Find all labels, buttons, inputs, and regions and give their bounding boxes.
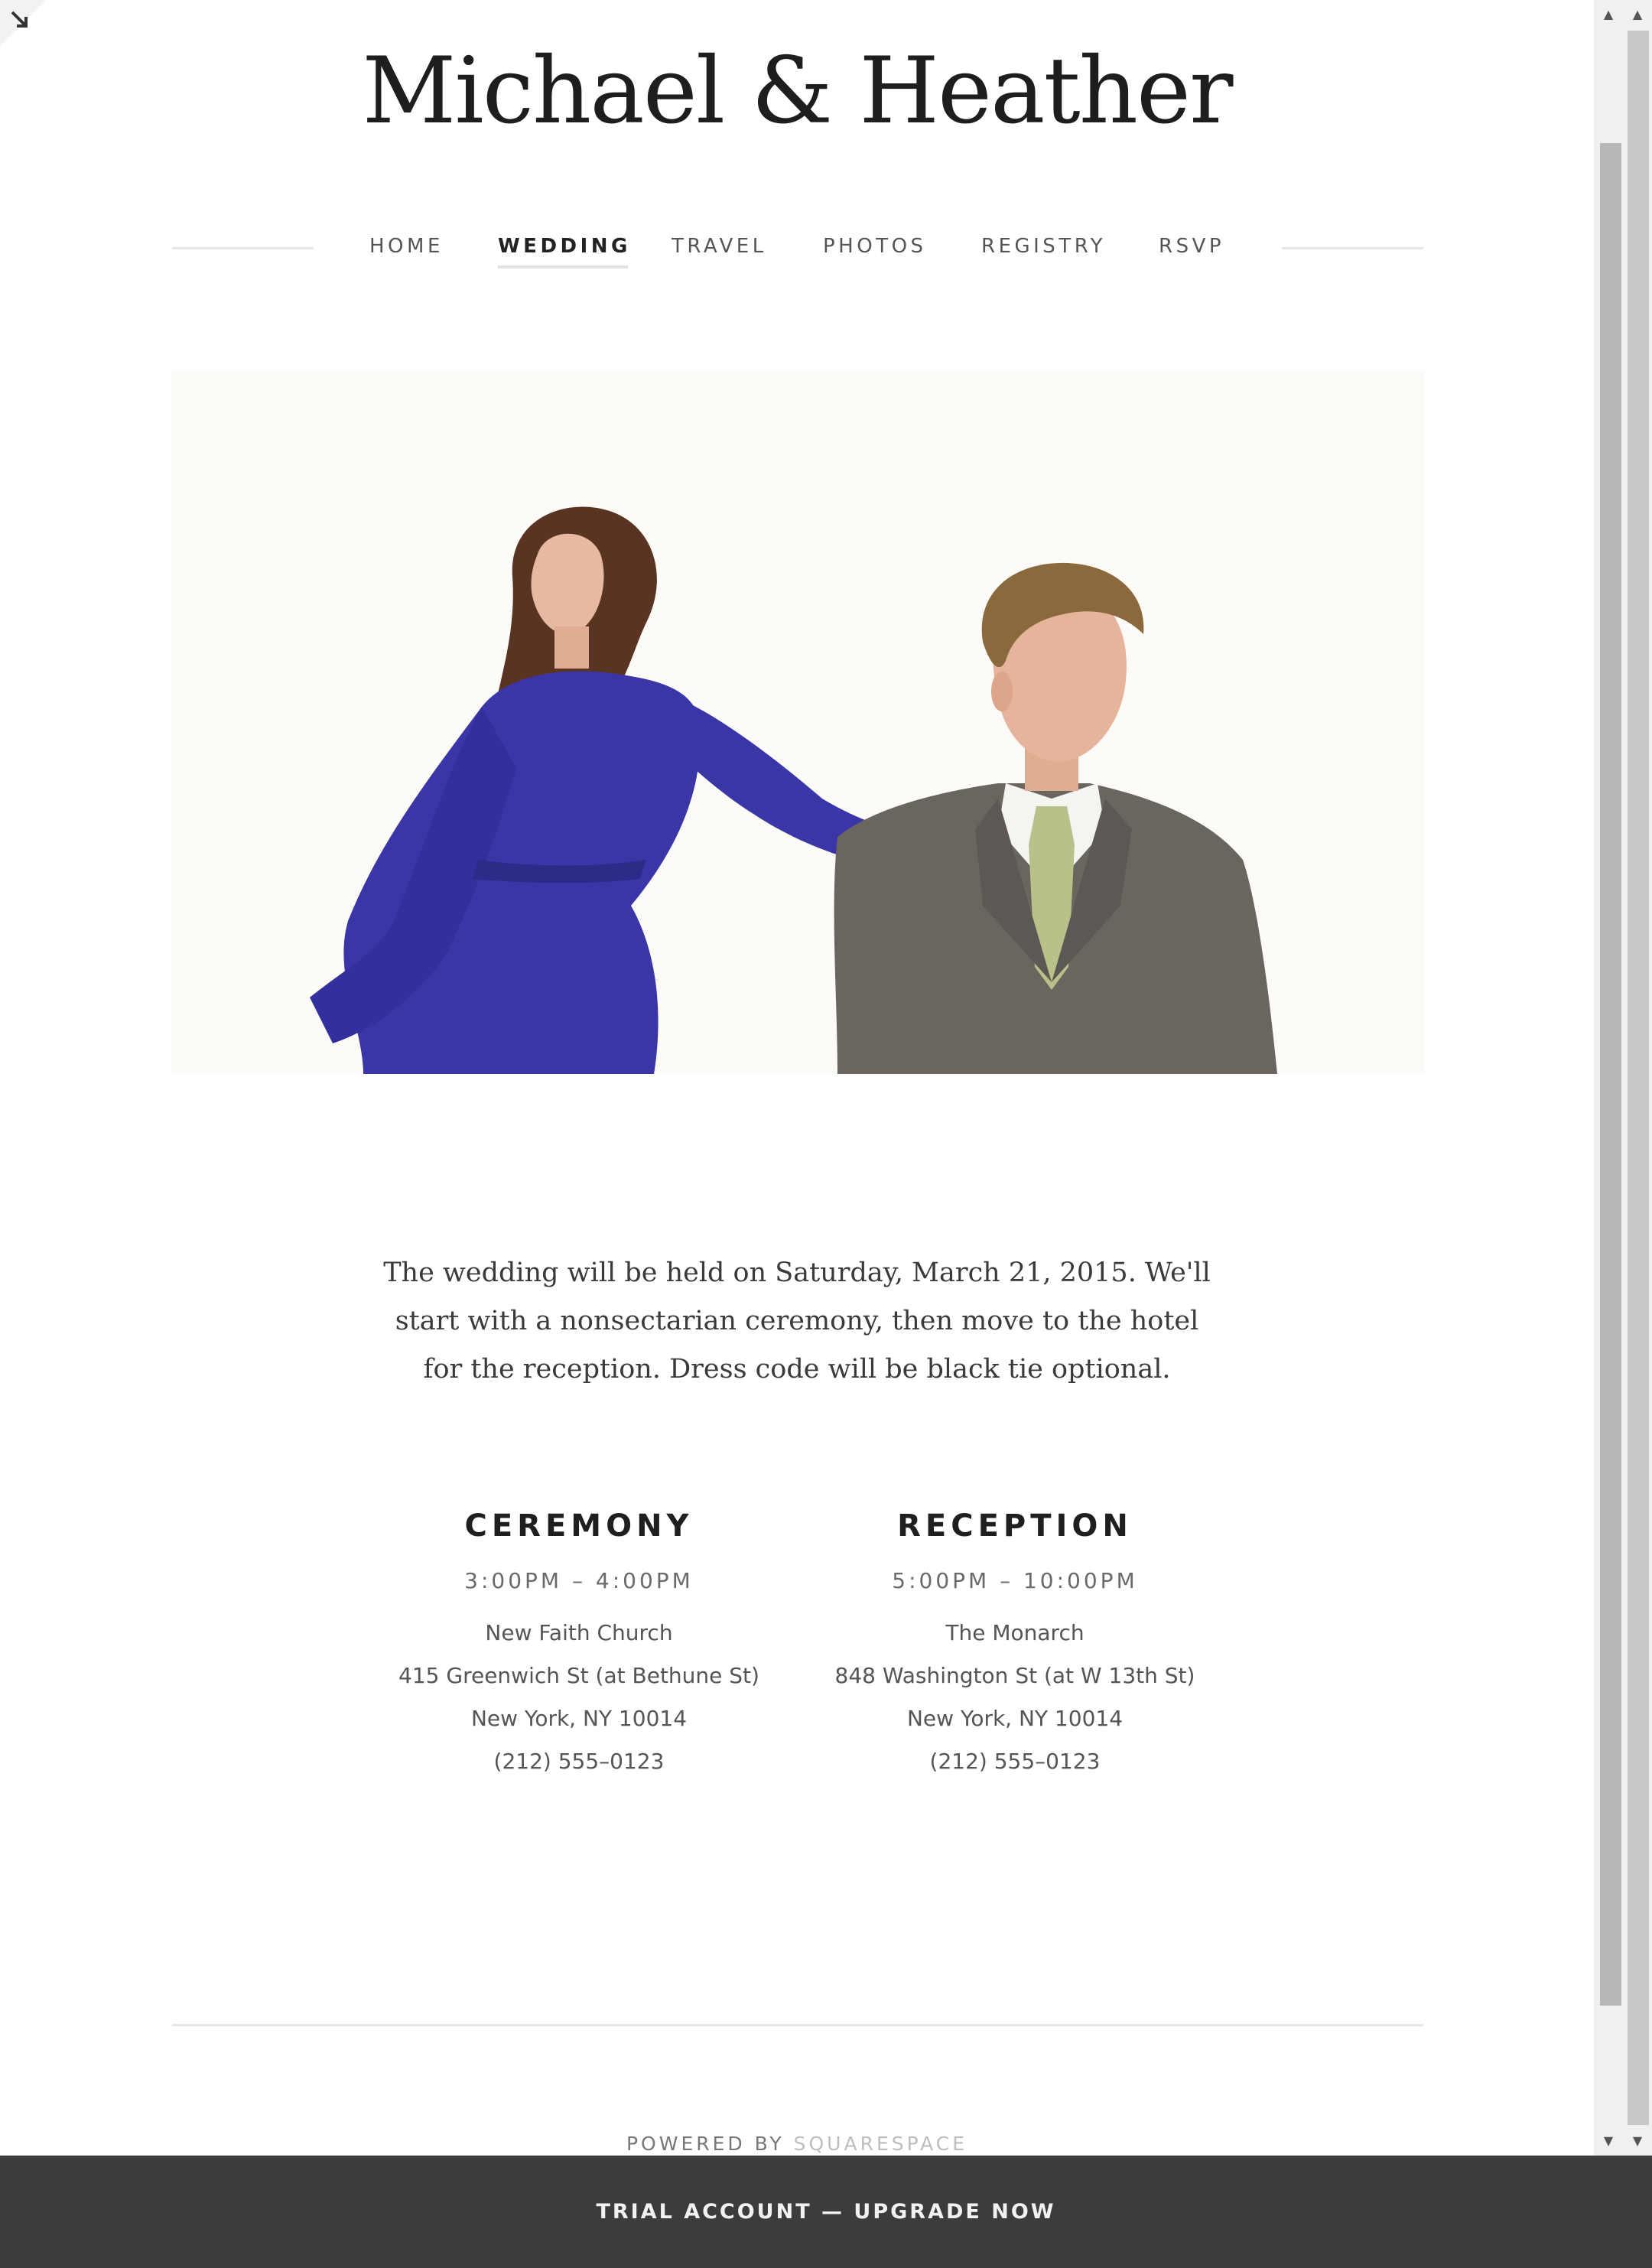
outer-scroll-thumb[interactable] (1628, 31, 1649, 2125)
squarespace-link[interactable]: SQUARESPACE (794, 2133, 967, 2155)
scroll-track-inner[interactable]: ▲ ▼ (1594, 0, 1623, 2156)
site-title[interactable]: Michael & Heather (0, 31, 1594, 153)
reception-details: RECEPTION 5:00PM – 10:00PM The Monarch 8… (816, 1503, 1214, 1783)
scroll-thumb[interactable] (1600, 143, 1621, 2006)
outer-scroll-down-arrow-icon[interactable]: ▼ (1623, 2126, 1652, 2156)
outer-scroll-up-arrow-icon[interactable]: ▲ (1623, 0, 1652, 29)
ceremony-city: New York, NY 10014 (470, 1706, 688, 1731)
scroll-up-arrow-icon[interactable]: ▲ (1594, 0, 1623, 29)
reception-title: RECEPTION (897, 1508, 1133, 1544)
page: Michael & Heather HOME WEDDING TRAVEL PH… (0, 0, 1594, 2156)
main-navigation: HOME WEDDING TRAVEL PHOTOS REGISTRY RSVP (172, 227, 1423, 268)
reception-city: New York, NY 10014 (906, 1706, 1124, 1731)
upgrade-now-link[interactable]: TRIAL ACCOUNT — UPGRADE NOW (596, 2200, 1055, 2224)
scroll-track-outer[interactable]: ▲ ▼ (1623, 0, 1652, 2156)
couple-illustration (172, 370, 1424, 1074)
nav-item-photos[interactable]: PHOTOS (823, 227, 927, 265)
ceremony-address: 415 Greenwich St (at Bethune St) (398, 1663, 759, 1688)
nav-item-travel[interactable]: TRAVEL (672, 227, 767, 265)
ceremony-phone: (212) 555–0123 (493, 1749, 665, 1774)
ceremony-time: 3:00PM – 4:00PM (464, 1568, 694, 1593)
wedding-intro-text: The wedding will be held on Saturday, Ma… (383, 1258, 1211, 1385)
ceremony-title: CEREMONY (464, 1508, 694, 1544)
hero-photo (172, 370, 1424, 1074)
nav-rule-right (1282, 247, 1423, 249)
ceremony-venue: New Faith Church (485, 1620, 673, 1645)
scroll-down-arrow-icon[interactable]: ▼ (1594, 2126, 1623, 2156)
scrollbar[interactable]: ▲ ▼ ▲ ▼ (1594, 0, 1652, 2156)
nav-item-rsvp[interactable]: RSVP (1159, 227, 1224, 265)
nav-item-home[interactable]: HOME (369, 227, 444, 265)
ceremony-details: CEREMONY 3:00PM – 4:00PM New Faith Churc… (380, 1503, 778, 1783)
footer-divider (172, 2024, 1423, 2026)
reception-address: 848 Washington St (at W 13th St) (834, 1663, 1195, 1688)
nav-item-registry[interactable]: REGISTRY (981, 227, 1106, 265)
powered-by: POWERED BY SQUARESPACE (0, 2133, 1594, 2155)
reception-phone: (212) 555–0123 (929, 1749, 1101, 1774)
reception-time: 5:00PM – 10:00PM (892, 1568, 1138, 1593)
nav-rule-left (172, 247, 314, 249)
nav-item-wedding[interactable]: WEDDING (498, 227, 631, 268)
trial-account-bar[interactable]: TRIAL ACCOUNT — UPGRADE NOW (0, 2156, 1652, 2268)
powered-by-label: POWERED BY (626, 2133, 785, 2155)
reception-venue: The Monarch (945, 1620, 1085, 1645)
